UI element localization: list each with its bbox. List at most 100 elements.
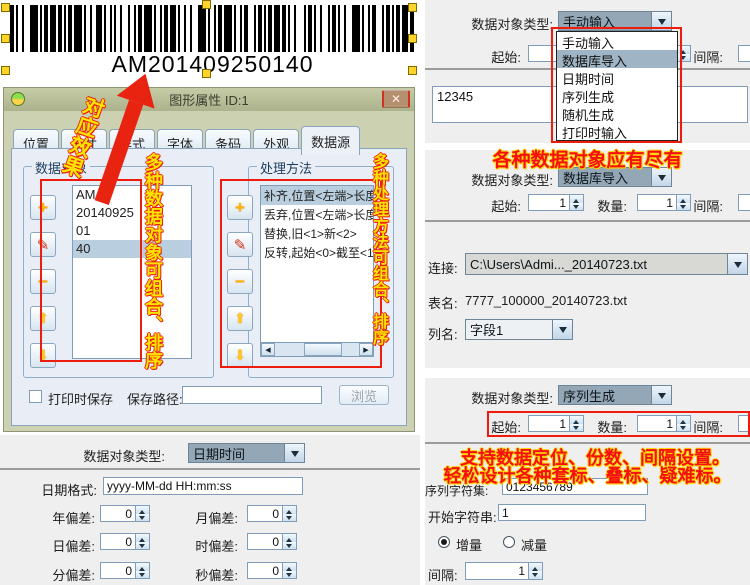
move-down-data-object-button[interactable]: ⬇ <box>30 343 56 368</box>
chevron-down-icon[interactable] <box>552 320 572 339</box>
count-stepper[interactable]: 1 <box>637 415 691 432</box>
day-offset-stepper[interactable]: 0 <box>100 533 150 550</box>
datasource-tab-panel: 数据对象 + ✎ − ⬆ ⬇ AM 20140925 01 40 处理方法 + … <box>11 148 407 426</box>
barcode-bar <box>198 5 206 52</box>
barcode-bar <box>144 5 152 52</box>
move-down-method-button[interactable]: ⬇ <box>227 343 253 368</box>
edit-method-button[interactable]: ✎ <box>227 232 253 257</box>
type-dropdown-list[interactable]: 手动输入 数据库导入 日期时间 序列生成 随机生成 打印时输入 <box>556 31 678 141</box>
type-label: 数据对象类型: <box>60 446 165 465</box>
start-string-input[interactable]: 1 <box>498 504 646 521</box>
selection-handle[interactable] <box>408 34 417 43</box>
graphic-properties-dialog: 图形属性 ID:1 ✕ 位置尺寸样式字体条码外观数据源 数据对象 + ✎ − ⬆… <box>3 87 415 432</box>
interval-stepper[interactable]: 1 <box>738 45 750 62</box>
dropdown-option[interactable]: 随机生成 <box>557 104 677 122</box>
increment-radio[interactable] <box>438 536 450 548</box>
count-stepper[interactable]: 1 <box>637 194 691 211</box>
type-label: 数据对象类型: <box>465 388 553 407</box>
scrollbar-thumb[interactable] <box>304 343 342 356</box>
pencil-icon: ✎ <box>234 236 247 254</box>
dialog-title: 图形属性 ID:1 <box>4 90 414 109</box>
minus-icon: − <box>38 273 48 290</box>
count-label: 数量: <box>597 196 627 215</box>
close-icon[interactable]: ✕ <box>382 90 410 108</box>
type-dropdown[interactable]: 序列生成 <box>558 385 672 405</box>
methods-list-hscrollbar[interactable]: ◀ ▶ <box>260 343 374 357</box>
year-offset-stepper[interactable]: 0 <box>100 505 150 522</box>
edit-data-object-button[interactable]: ✎ <box>30 232 56 257</box>
annotation-banner: 各种数据对象应有尽有 <box>425 145 750 172</box>
interval2-stepper[interactable]: 1 <box>465 562 543 580</box>
arrow-down-icon: ⬇ <box>234 347 246 364</box>
second-offset-stepper[interactable]: 0 <box>247 562 297 579</box>
chevron-down-icon[interactable] <box>651 386 671 404</box>
barcode-canvas[interactable]: AM201409250140 <box>0 0 425 85</box>
start-label: 起始: <box>491 47 521 66</box>
decrement-radio[interactable] <box>503 536 515 548</box>
interval-stepper[interactable]: 1 <box>738 415 750 432</box>
list-item[interactable]: 替换,旧<1>新<2> <box>261 224 373 243</box>
list-item-selected[interactable]: 40 <box>73 240 191 258</box>
barcode-bar <box>224 5 232 52</box>
list-item[interactable]: 丢弃,位置<左端>长度< <box>261 205 373 224</box>
tab-datasource[interactable]: 数据源 <box>301 126 360 155</box>
chevron-down-icon[interactable] <box>727 254 747 274</box>
chevron-down-icon[interactable] <box>284 444 304 462</box>
list-item[interactable]: 01 <box>73 222 191 240</box>
hour-offset-stepper[interactable]: 0 <box>247 533 297 550</box>
dropdown-option[interactable]: 日期时间 <box>557 68 677 86</box>
barcode-image[interactable] <box>10 5 414 52</box>
barcode-bar <box>30 5 38 52</box>
hour-offset-label: 时偏差: <box>171 536 238 555</box>
chevron-down-icon[interactable] <box>651 12 671 30</box>
selection-handle[interactable] <box>408 3 417 12</box>
column-dropdown[interactable]: 字段1 <box>465 319 573 340</box>
list-item[interactable]: 反转,起始<0>截至<16 <box>261 243 373 262</box>
arrow-down-icon: ⬇ <box>37 347 49 364</box>
dropdown-option[interactable]: 手动输入 <box>557 32 677 50</box>
dropdown-option[interactable]: 序列生成 <box>557 86 677 104</box>
increment-label: 增量 <box>456 535 482 554</box>
data-objects-list[interactable]: AM 20140925 01 40 <box>72 185 192 359</box>
date-format-label: 日期格式: <box>30 480 97 499</box>
barcode-bar <box>296 5 304 52</box>
date-format-input[interactable]: yyyy-MM-dd HH:mm:ss <box>103 477 303 495</box>
selection-handle[interactable] <box>1 3 10 12</box>
list-item-selected[interactable]: 补齐,位置<左端>长度< <box>261 186 373 205</box>
selection-handle[interactable] <box>1 66 10 75</box>
save-path-input[interactable] <box>182 386 322 404</box>
browse-button[interactable]: 浏览 <box>339 385 389 405</box>
add-method-button[interactable]: + <box>227 195 253 220</box>
column-label: 列名: <box>428 324 458 343</box>
year-offset-label: 年偏差: <box>28 508 95 527</box>
selection-handle[interactable] <box>202 69 211 78</box>
dropdown-option-highlighted[interactable]: 数据库导入 <box>557 50 677 68</box>
dialog-titlebar[interactable]: 图形属性 ID:1 ✕ <box>4 88 414 111</box>
minute-offset-stepper[interactable]: 0 <box>100 562 150 579</box>
dropdown-option[interactable]: 打印时输入 <box>557 122 677 140</box>
scroll-left-icon[interactable]: ◀ <box>261 343 275 356</box>
connection-dropdown[interactable]: C:\Users\Admi..._20140723.txt <box>465 253 748 275</box>
type-dropdown[interactable]: 手动输入 <box>558 11 672 31</box>
selection-handle[interactable] <box>202 0 211 9</box>
month-offset-stepper[interactable]: 0 <box>247 505 297 522</box>
annotation-right-vertical: 多种处理方法可组合、排序 <box>370 153 386 353</box>
save-on-print-checkbox[interactable] <box>29 390 42 403</box>
type-dropdown[interactable]: 日期时间 <box>188 443 305 463</box>
scrollbar-track[interactable] <box>275 343 359 356</box>
start-stepper[interactable]: 1 <box>528 194 584 211</box>
divider <box>0 468 420 470</box>
start-stepper[interactable]: 1 <box>528 415 584 432</box>
add-data-object-button[interactable]: + <box>30 195 56 220</box>
remove-method-button[interactable]: − <box>227 269 253 294</box>
methods-list[interactable]: 补齐,位置<左端>长度< 丢弃,位置<左端>长度< 替换,旧<1>新<2> 反转… <box>260 185 374 343</box>
type-label: 数据对象类型: <box>465 170 553 189</box>
list-item[interactable]: 20140925 <box>73 204 191 222</box>
save-path-label: 保存路径: <box>127 389 183 408</box>
interval-stepper[interactable]: 1 <box>738 194 750 211</box>
selection-handle[interactable] <box>1 34 10 43</box>
selection-handle[interactable] <box>408 66 417 75</box>
move-up-data-object-button[interactable]: ⬆ <box>30 306 56 331</box>
move-up-method-button[interactable]: ⬆ <box>227 306 253 331</box>
remove-data-object-button[interactable]: − <box>30 269 56 294</box>
